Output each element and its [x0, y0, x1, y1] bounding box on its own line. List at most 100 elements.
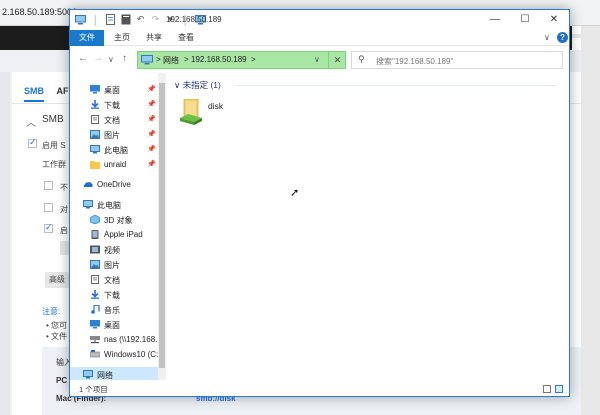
nav-label: 此电脑 [97, 201, 121, 210]
nav-item-network[interactable]: 网络 [70, 367, 158, 380]
nav-item-this-pc[interactable]: 此电脑 [70, 197, 158, 212]
nav-item-desktop-pc[interactable]: 桌面 [70, 317, 158, 332]
tab-home[interactable]: 主页 [107, 30, 137, 46]
nav-item-downloads-pc[interactable]: 下载 [70, 287, 158, 302]
desktop-icon [90, 320, 100, 329]
tab-afp[interactable]: AF [57, 86, 69, 96]
search-box[interactable]: ⚲ 搜索"192.168.50.189" [351, 51, 563, 69]
nav-label: 桌面 [104, 86, 120, 95]
redo-icon[interactable]: ↷ [149, 13, 162, 26]
large-icons-view-icon[interactable] [555, 385, 563, 393]
nav-item-documents-pc[interactable]: 文档 [70, 272, 158, 287]
status-bar: 1 个项目 [70, 382, 569, 396]
nav-item-nas[interactable]: nas (\\192.168. [70, 332, 158, 347]
3d-objects-icon [90, 215, 100, 224]
nav-label: nas (\\192.168. [104, 335, 158, 344]
address-segment-host[interactable]: 192.168.50.189 [191, 55, 247, 64]
video-icon [90, 245, 100, 254]
pin-icon[interactable]: 📌 [147, 145, 156, 153]
collapse-icon[interactable]: ︿ [26, 114, 36, 129]
refresh-icon[interactable]: ✕ [328, 51, 346, 69]
computer-icon [74, 13, 87, 26]
expand-ribbon-icon[interactable]: ∨ [544, 33, 550, 42]
nav-item-downloads[interactable]: 下载 📌 [70, 97, 158, 112]
background-right-bar [581, 26, 600, 415]
nav-item-onedrive[interactable]: OneDrive [70, 177, 158, 192]
download-icon [91, 290, 99, 299]
maximize-button[interactable]: ☐ [510, 10, 540, 30]
group-header[interactable]: ∨ 未指定 (1) [174, 79, 221, 91]
tab-view[interactable]: 查看 [171, 30, 201, 46]
pin-icon[interactable]: 📌 [147, 100, 156, 108]
forward-icon[interactable]: → [93, 53, 103, 64]
recent-locations-icon[interactable]: ∨ [108, 55, 114, 64]
properties-icon[interactable] [104, 13, 117, 26]
enable-smb-checkbox[interactable] [28, 137, 37, 148]
pin-icon[interactable]: 📌 [147, 115, 156, 123]
help-icon[interactable]: ? [557, 32, 568, 43]
details-view-icon[interactable] [543, 385, 551, 393]
option-checkbox-3[interactable] [44, 222, 53, 233]
address-separator-2[interactable]: > [251, 55, 256, 64]
navigation-pane: 桌面 📌 下载 📌 文档 📌 图片 📌 此电脑 📌 unraid 📌 OneDr… [70, 73, 158, 380]
address-dropdown-icon[interactable]: ∨ [314, 55, 320, 64]
document-icon [91, 115, 99, 124]
navigation-scrollbar[interactable] [158, 73, 166, 380]
nav-item-pictures[interactable]: 图片 📌 [70, 127, 158, 142]
network-icon [83, 370, 93, 379]
nav-label: 文档 [104, 276, 120, 285]
file-explorer-window: │ ↶ ↷ ▾ │ 192.168.50.189 — ☐ ✕ 文件 主页 共享 … [69, 9, 570, 397]
workgroup-label: 工作群 [42, 160, 66, 169]
nav-item-desktop[interactable]: 桌面 📌 [70, 82, 158, 97]
search-input[interactable]: 搜索"192.168.50.189" [376, 56, 453, 67]
shared-folder-icon[interactable] [180, 99, 202, 125]
browser-url[interactable]: 2.168.50.189:5000 [2, 7, 77, 17]
tab-file[interactable]: 文件 [70, 30, 104, 46]
nav-label: 图片 [104, 261, 120, 270]
new-folder-icon[interactable] [119, 13, 132, 26]
address-segment-network[interactable]: 网络 [163, 55, 179, 66]
nav-item-music[interactable]: 音乐 [70, 302, 158, 317]
nav-label: OneDrive [97, 180, 131, 189]
option-checkbox-1[interactable] [44, 181, 53, 190]
nav-item-c-drive[interactable]: Windows10 (C: [70, 347, 158, 362]
onedrive-icon [83, 181, 93, 187]
folder-icon [90, 161, 100, 169]
title-bar[interactable]: │ ↶ ↷ ▾ │ 192.168.50.189 — ☐ ✕ [70, 10, 569, 30]
nav-item-pictures-pc[interactable]: 图片 [70, 257, 158, 272]
group-divider [236, 85, 556, 86]
enable-smb-label: 启用 S [42, 141, 66, 150]
address-bar[interactable]: > 网络 > 192.168.50.189 > ∨ ✕ [137, 51, 346, 69]
scrollbar-thumb[interactable] [159, 83, 165, 368]
search-icon: ⚲ [358, 54, 365, 64]
nav-item-this-pc-pinned[interactable]: 此电脑 📌 [70, 142, 158, 157]
this-pc-icon [83, 200, 93, 209]
nav-item-3d-objects[interactable]: 3D 对象 [70, 212, 158, 227]
pin-icon[interactable]: 📌 [147, 160, 156, 168]
advanced-button[interactable]: 高级 [45, 272, 69, 288]
close-button[interactable]: ✕ [539, 10, 569, 30]
address-separator-0[interactable]: > [156, 55, 161, 64]
up-icon[interactable]: ↑ [122, 53, 127, 64]
separator-icon: │ [92, 14, 99, 25]
nav-item-videos[interactable]: 视频 [70, 242, 158, 257]
minimize-button[interactable]: — [480, 10, 510, 30]
nav-item-documents[interactable]: 文档 📌 [70, 112, 158, 127]
pin-icon[interactable]: 📌 [147, 130, 156, 138]
pin-icon[interactable]: 📌 [147, 85, 156, 93]
nav-label: 下载 [104, 101, 120, 110]
background-tabs: SMB AF [24, 86, 69, 96]
tab-smb[interactable]: SMB [24, 86, 44, 96]
network-drive-icon [90, 336, 100, 344]
group-collapse-icon[interactable]: ∨ [174, 80, 180, 90]
nav-item-unraid[interactable]: unraid 📌 [70, 157, 158, 172]
nav-label: 音乐 [104, 306, 120, 315]
nav-item-ipad[interactable]: Apple iPad [70, 227, 158, 242]
item-label-disk[interactable]: disk [208, 101, 223, 111]
option-checkbox-2[interactable] [44, 203, 53, 212]
address-separator-1[interactable]: > [184, 55, 189, 64]
tab-share[interactable]: 共享 [139, 30, 169, 46]
undo-icon[interactable]: ↶ [134, 13, 147, 26]
ribbon-tabs: 文件 主页 共享 查看 ∨ ? [70, 30, 569, 46]
back-icon[interactable]: ← [78, 53, 88, 64]
